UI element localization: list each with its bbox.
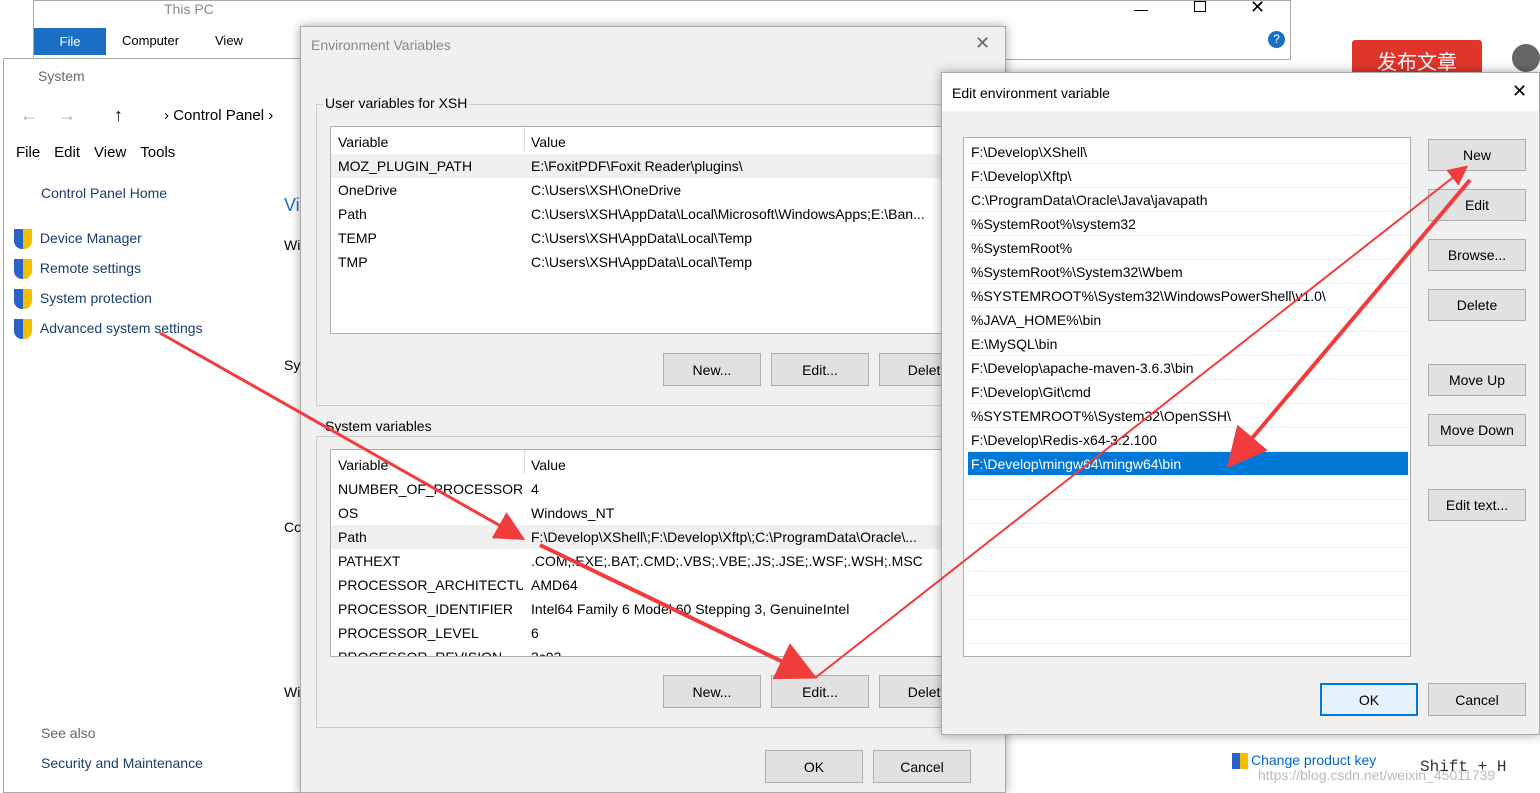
arrow	[539, 543, 818, 680]
arrow	[159, 331, 526, 540]
arrow	[1226, 178, 1472, 469]
annotation-arrows	[159, 165, 1472, 680]
arrow	[814, 165, 1469, 679]
